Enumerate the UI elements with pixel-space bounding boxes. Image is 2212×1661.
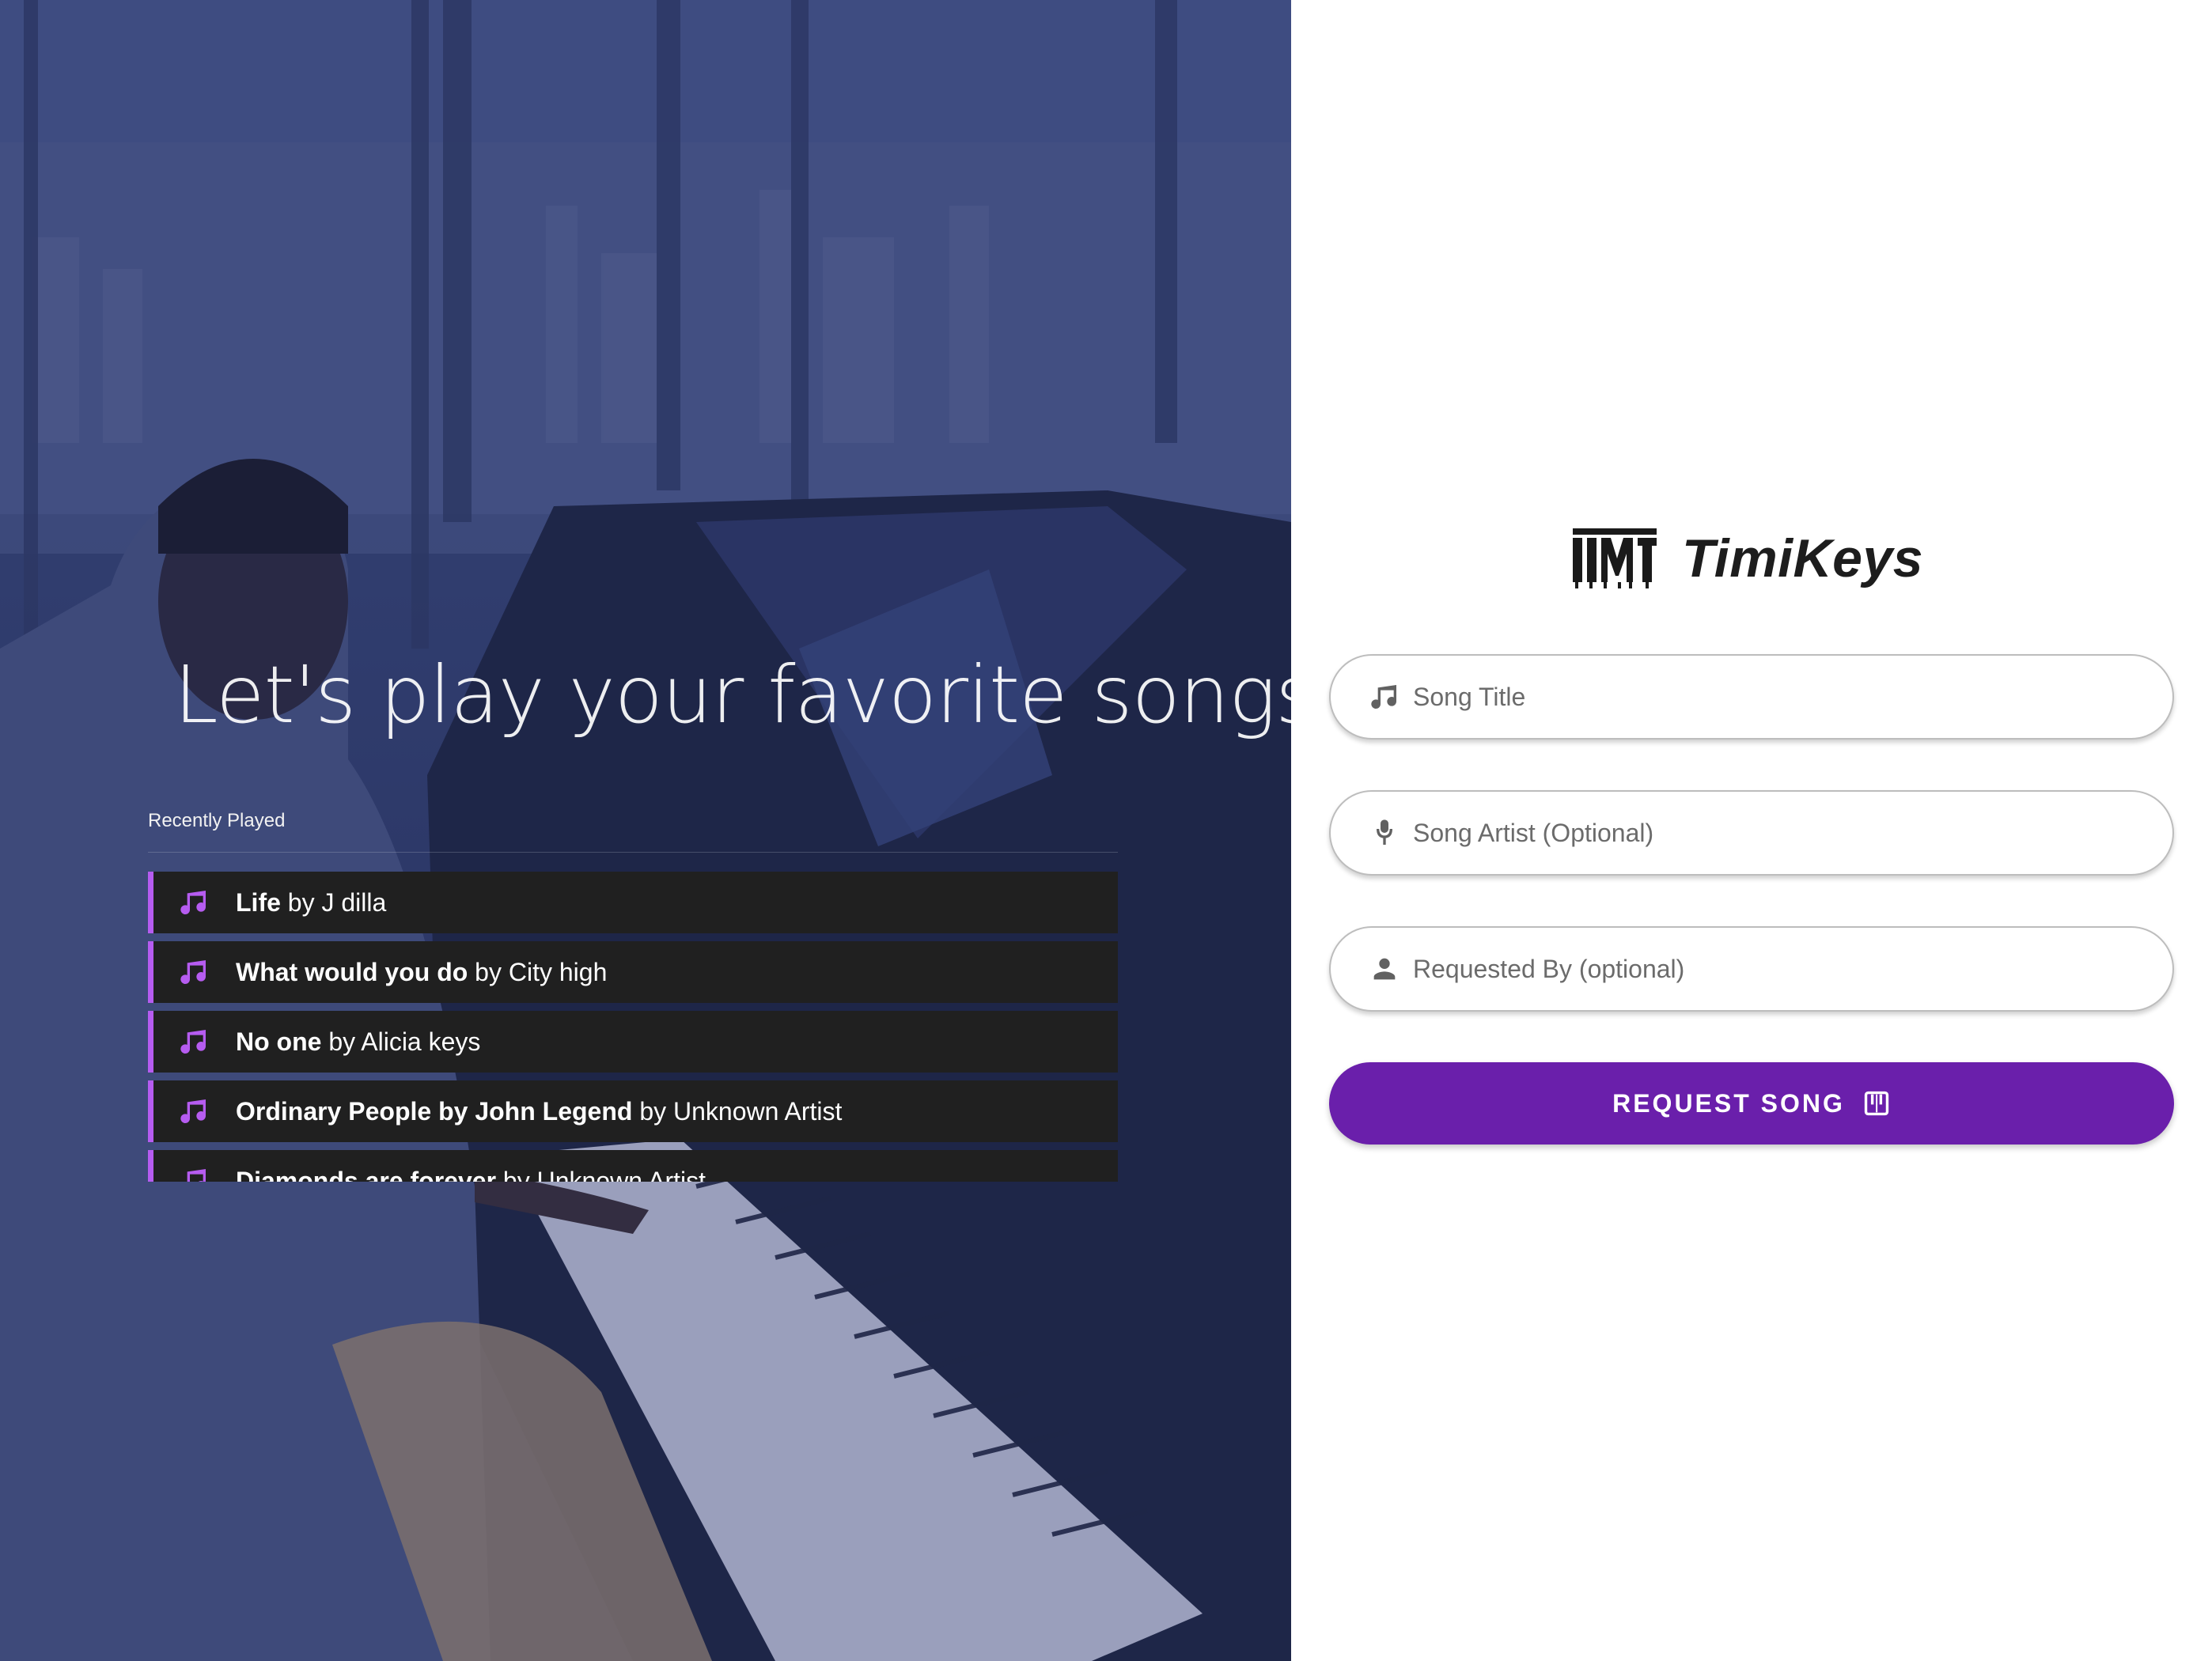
recent-song-text: No one by Alicia keys [236,1027,480,1057]
by-separator: by [632,1096,673,1126]
song-artist-field[interactable] [1329,790,2174,876]
piano-keys-logo [1573,528,1657,588]
list-item[interactable]: What would you do by City high [148,941,1118,1003]
request-song-label: REQUEST SONG [1612,1088,1845,1118]
music-note-icon [1367,679,1402,714]
song-artist: City high [508,957,608,986]
requested-by-field[interactable] [1329,926,2174,1012]
list-item[interactable]: Ordinary People by John Legend by Unknow… [148,1080,1118,1142]
song-title-input[interactable] [1413,673,2141,721]
song-title: Diamonds are forever [236,1166,497,1182]
recent-song-text: What would you do by City high [236,958,607,987]
list-item[interactable]: Life by J dilla [148,872,1118,933]
brand: TimiKeys [1571,525,1923,592]
person-icon [1367,952,1402,986]
by-separator: by [280,887,322,917]
music-note-icon [177,955,210,989]
by-separator: by [468,957,509,986]
recently-played-list: Life by J dilla What would you do by Cit… [148,872,1118,1182]
song-artist: Unknown Artist [536,1166,706,1182]
music-note-icon [177,1095,210,1128]
list-item[interactable]: No one by Alicia keys [148,1011,1118,1073]
song-artist: Alicia keys [361,1027,481,1056]
song-title: No one [236,1027,322,1056]
song-artist-input[interactable] [1413,809,2141,857]
music-note-icon [177,1025,210,1058]
brand-name: TimiKeys [1682,528,1924,588]
song-title: Ordinary People by John Legend [236,1096,633,1126]
microphone-icon [1367,815,1402,850]
request-panel: TimiKeys REQUEST S [1291,0,2212,1661]
song-artist: Unknown Artist [673,1096,843,1126]
app-root: Let's play your favorite songs Recently … [0,0,2212,1661]
by-separator: by [496,1166,537,1182]
recent-song-text: Life by J dilla [236,888,386,918]
recently-played-label: Recently Played [148,810,286,831]
list-item[interactable]: Diamonds are forever by Unknown Artist [148,1150,1118,1182]
requested-by-input[interactable] [1413,945,2141,993]
music-note-icon [177,1164,210,1182]
recent-song-text: Diamonds are forever by Unknown Artist [236,1167,706,1182]
by-separator: by [321,1027,362,1056]
song-title: Life [236,887,281,917]
song-title-field[interactable] [1329,654,2174,740]
hero-headline: Let's play your favorite songs [174,649,1291,741]
request-song-button[interactable]: REQUEST SONG [1329,1062,2174,1145]
song-title: What would you do [236,957,468,986]
piano-icon [1862,1089,1891,1118]
song-artist: J dilla [321,887,387,917]
recently-played-divider [148,852,1118,853]
recent-song-text: Ordinary People by John Legend by Unknow… [236,1097,842,1126]
hero-section: Let's play your favorite songs Recently … [0,0,1291,1661]
music-note-icon [177,886,210,919]
